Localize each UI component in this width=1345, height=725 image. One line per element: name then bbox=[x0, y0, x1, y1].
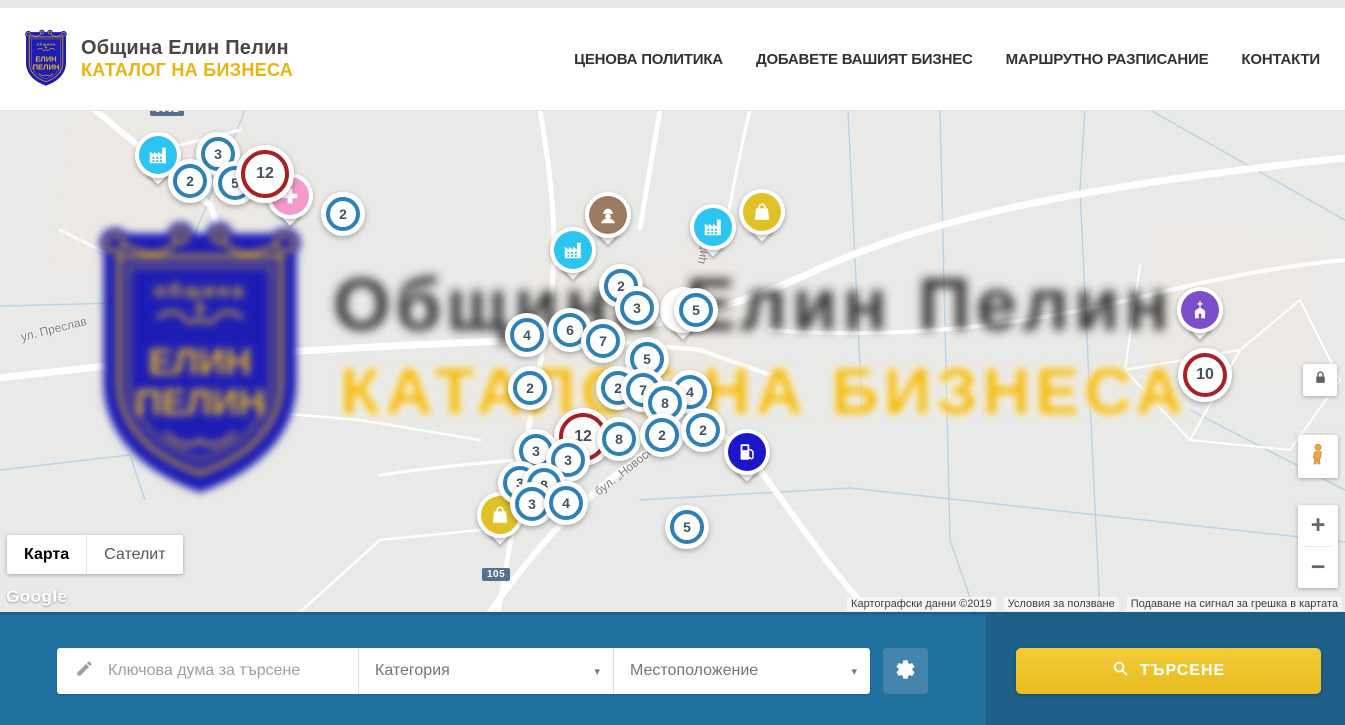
pegman-icon bbox=[1306, 441, 1330, 473]
fuel-pump-icon bbox=[736, 441, 758, 463]
municipality-logo[interactable]: община ЕЛИН ПЕЛИН bbox=[22, 28, 70, 90]
svg-text:община: община bbox=[37, 41, 56, 46]
pencil-icon bbox=[75, 659, 94, 683]
lock-button[interactable] bbox=[1303, 364, 1337, 396]
cluster-marker[interactable]: 5 bbox=[674, 288, 718, 332]
cluster-marker[interactable]: 7 bbox=[581, 319, 625, 363]
search-button-label: ТЪРСЕНЕ bbox=[1140, 662, 1225, 680]
category-select[interactable]: Категория ▾ bbox=[358, 648, 613, 694]
cluster-marker[interactable]: 10 bbox=[1178, 348, 1232, 402]
cluster-marker[interactable]: 8 bbox=[597, 417, 641, 461]
keyword-section bbox=[57, 648, 358, 694]
zoom-out-button[interactable]: − bbox=[1298, 547, 1338, 588]
report-error-link[interactable]: Подаване на сигнал за грешка в картата bbox=[1127, 597, 1342, 611]
svg-text:ПЕЛИН: ПЕЛИН bbox=[33, 63, 60, 72]
shopping-bag-icon bbox=[751, 201, 773, 223]
cluster-marker[interactable]: 2 bbox=[681, 408, 725, 452]
pin-marker[interactable] bbox=[724, 429, 770, 487]
factory-icon bbox=[562, 239, 584, 261]
search-box: Категория ▾ Местоположение ▾ bbox=[57, 648, 870, 694]
page-title: Община Елин Пелин bbox=[81, 37, 293, 60]
cluster-marker[interactable]: 3 bbox=[615, 286, 659, 330]
shopping-bag-icon bbox=[489, 504, 511, 526]
cluster-marker[interactable]: 2 bbox=[321, 192, 365, 236]
pin-marker[interactable] bbox=[739, 189, 785, 247]
main-nav: ЦЕНОВА ПОЛИТИКА ДОБАВЕТЕ ВАШИЯТ БИЗНЕС М… bbox=[574, 51, 1320, 68]
map-canvas[interactable]: ул. Преславбул. „Новоселци“8002105 общин… bbox=[0, 110, 1345, 612]
cluster-marker[interactable]: 5 bbox=[665, 505, 709, 549]
search-button[interactable]: ТЪРСЕНЕ bbox=[1016, 648, 1321, 694]
attribution-copyright: Картографски данни ©2019 bbox=[847, 597, 996, 611]
pin-marker[interactable] bbox=[585, 192, 631, 250]
advanced-settings-button[interactable] bbox=[883, 648, 928, 694]
zoom-in-button[interactable]: + bbox=[1298, 505, 1338, 546]
marker-layer: 32512223546752274812822333834510 bbox=[0, 110, 1345, 612]
pin-marker[interactable] bbox=[1177, 287, 1223, 345]
location-select[interactable]: Местоположение ▾ bbox=[613, 648, 870, 694]
church-icon bbox=[1189, 299, 1211, 321]
gear-icon bbox=[894, 658, 917, 684]
magnifier-icon bbox=[1112, 660, 1129, 682]
search-panel: Категория ▾ Местоположение ▾ ТЪРСЕНЕ bbox=[0, 612, 1345, 725]
zoom-control: + − bbox=[1298, 505, 1338, 588]
cluster-marker[interactable]: 12 bbox=[236, 145, 294, 203]
app-header: община ЕЛИН ПЕЛИН Община Елин Пелин КАТА… bbox=[0, 8, 1345, 111]
terms-link[interactable]: Условия за ползване bbox=[1004, 597, 1119, 611]
factory-icon bbox=[147, 144, 169, 166]
cluster-marker[interactable]: 2 bbox=[168, 159, 212, 203]
nav-item-pricing[interactable]: ЦЕНОВА ПОЛИТИКА bbox=[574, 51, 723, 68]
map-attribution: Картографски данни ©2019 Условия за полз… bbox=[847, 597, 1342, 611]
worker-icon bbox=[597, 204, 619, 226]
tab-satellite[interactable]: Сателит bbox=[86, 535, 182, 574]
cluster-marker[interactable]: 4 bbox=[505, 313, 549, 357]
keyword-input[interactable] bbox=[106, 661, 358, 681]
nav-item-contacts[interactable]: КОНТАКТИ bbox=[1241, 51, 1320, 68]
google-logo[interactable]: Google bbox=[6, 587, 68, 607]
page-subtitle: КАТАЛОГ НА БИЗНЕСА bbox=[81, 60, 293, 81]
chevron-down-icon: ▾ bbox=[594, 665, 600, 678]
location-select-label: Местоположение bbox=[630, 662, 758, 680]
cluster-marker[interactable]: 2 bbox=[640, 413, 684, 457]
cluster-marker[interactable]: 2 bbox=[508, 366, 552, 410]
map-type-control: Карта Сателит bbox=[7, 535, 183, 574]
lock-icon bbox=[1312, 369, 1329, 391]
category-select-label: Категория bbox=[375, 662, 450, 680]
factory-icon bbox=[702, 216, 724, 238]
svg-text:ЕЛИН: ЕЛИН bbox=[35, 54, 56, 63]
chevron-down-icon: ▾ bbox=[851, 665, 857, 678]
cluster-marker[interactable]: 4 bbox=[544, 481, 588, 525]
nav-item-schedule[interactable]: МАРШРУТНО РАЗПИСАНИЕ bbox=[1006, 51, 1209, 68]
pegman-button[interactable] bbox=[1298, 435, 1338, 478]
pin-marker[interactable] bbox=[690, 204, 736, 262]
site-title-block: Община Елин Пелин КАТАЛОГ НА БИЗНЕСА bbox=[81, 37, 293, 81]
nav-item-add-business[interactable]: ДОБАВЕТЕ ВАШИЯТ БИЗНЕС bbox=[756, 51, 973, 68]
tab-map[interactable]: Карта bbox=[7, 535, 86, 574]
